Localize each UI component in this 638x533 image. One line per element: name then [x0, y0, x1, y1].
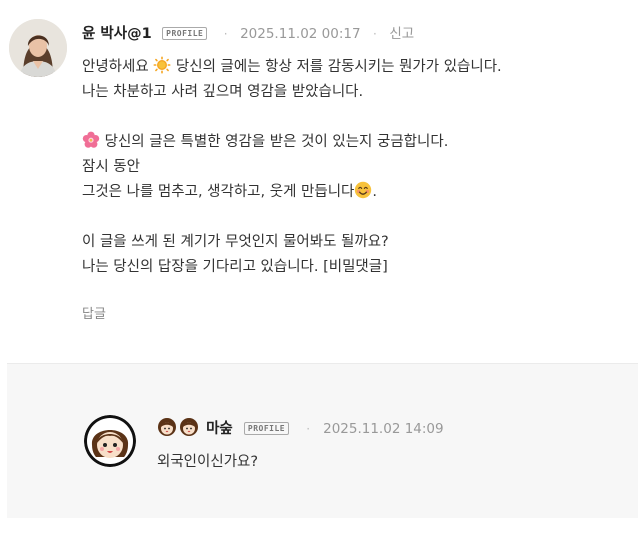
reply-text: 외국인이신가요? — [157, 454, 259, 470]
reply-author-avatar[interactable] — [84, 415, 136, 467]
comment-text-line: 나는 차분하고 사려 깊으며 영감을 받았습니다. — [82, 84, 364, 100]
report-link[interactable]: 신고 — [389, 26, 414, 42]
profile-badge[interactable]: PROFILE — [162, 27, 208, 40]
comment-text-line: 잠시 동안 — [82, 159, 140, 175]
comment-text-line: 이 글을 쓰게 된 계기가 무엇인지 물어봐도 될까요? — [82, 234, 389, 250]
author-avatar[interactable] — [9, 19, 67, 77]
comment-date: 2025.11.02 00:17 — [240, 26, 361, 42]
reply-header: 마숲 PROFILE · 2025.11.02 14:09 — [157, 417, 444, 437]
comment-text-line: 당신의 글은 특별한 영감을 받은 것이 있는지 궁금합니다. — [104, 134, 449, 150]
comment-header: 윤 박사@1 PROFILE · 2025.11.02 00:17 · 신고 — [82, 26, 415, 42]
sun-emoji-icon — [153, 56, 171, 83]
reply-date: 2025.11.02 14:09 — [323, 421, 444, 437]
profile-badge[interactable]: PROFILE — [243, 422, 290, 435]
reply-button[interactable]: 답글 — [82, 303, 106, 322]
comment-text-line: 안녕하세요 — [82, 59, 149, 75]
reply-author[interactable]: 마숲 — [206, 421, 233, 437]
comment-text-line: 그것은 나를 멈추고, 생각하고, 웃게 만듭니다 — [82, 184, 355, 200]
girl-emoji-icon — [179, 417, 199, 442]
comment-text-line: 나는 당신의 답장을 기다리고 있습니다. [비밀댓글] — [82, 259, 388, 275]
flower-emoji-icon — [82, 131, 100, 158]
comment-body: 안녕하세요 당신의 글에는 항상 저를 감동시키는 뭔가가 있습니다. 나는 차… — [82, 55, 502, 280]
girl-emoji-icon — [157, 417, 177, 442]
smile-emoji-icon — [354, 181, 372, 208]
comment-author[interactable]: 윤 박사@1 — [82, 26, 152, 42]
reply-item: 마숲 PROFILE · 2025.11.02 14:09 외국인이신가요? — [7, 363, 638, 518]
comment-text-line: 당신의 글에는 항상 저를 감동시키는 뭔가가 있습니다. — [175, 59, 502, 75]
